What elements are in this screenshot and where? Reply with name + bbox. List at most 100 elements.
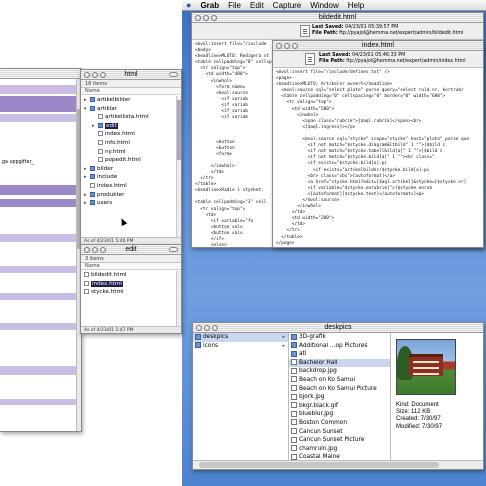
list-item[interactable]: ▸ users [81, 199, 181, 208]
menu-window[interactable]: Window [310, 1, 338, 10]
edit-window-titlebar[interactable]: edit [81, 245, 181, 255]
browser-item-label: Cancun Sunset Picture [299, 437, 365, 444]
browser-item-label: Boston Common [299, 419, 347, 426]
name-column-header[interactable]: Name [81, 263, 181, 270]
size-label: Size: [396, 409, 410, 416]
list-item-label: produkter [97, 191, 125, 198]
left-window-bar [0, 323, 78, 330]
image-file-icon [291, 376, 297, 383]
list-item[interactable]: ny.html [81, 148, 181, 157]
file-icon [90, 182, 95, 188]
file-path-label: File Path: [319, 59, 345, 64]
image-file-icon [291, 385, 297, 392]
list-item[interactable]: ▸ produkter [81, 191, 181, 200]
browser-item[interactable]: icons ▸ [193, 342, 288, 351]
browser-item[interactable]: Beach on Ko Samui [289, 376, 390, 385]
list-item-label: include [97, 174, 118, 181]
folder-icon [90, 105, 95, 111]
browser-item[interactable]: Bachelor Hall [289, 358, 390, 368]
browser-item[interactable]: Cancun Sunset [289, 428, 390, 437]
list-item[interactable]: ▸ artikelbilder [81, 96, 181, 105]
left-window-bar [0, 85, 78, 94]
browser-item-label: ati [299, 351, 307, 358]
list-item[interactable]: stycke.html [81, 288, 181, 297]
bildedit-window-titlebar[interactable]: bildedit.html [192, 13, 483, 23]
menu-file[interactable]: File [228, 1, 241, 10]
image-file-icon [291, 436, 297, 443]
name-column-header[interactable]: Name [81, 88, 181, 95]
menu-app-grab[interactable]: Grab [200, 1, 219, 10]
toolbar-toggle-icon[interactable] [169, 247, 178, 252]
image-file-icon [291, 428, 297, 435]
menu-help[interactable]: Help [348, 1, 364, 10]
apple-menu-icon[interactable]: ● [186, 0, 191, 10]
left-window-titlebar[interactable] [0, 69, 81, 79]
list-item[interactable]: ▸ bilder [81, 165, 181, 174]
list-item[interactable]: ▾ artiklar [81, 105, 181, 114]
list-item-label: stycke.html [91, 289, 124, 296]
image-file-icon [291, 402, 297, 409]
browser-item[interactable]: deskpics ▸ [193, 333, 288, 342]
folder-icon [291, 333, 297, 340]
image-preview [396, 339, 456, 395]
kind-value: Document [411, 402, 439, 408]
left-window-bar [0, 399, 78, 405]
browser-item[interactable]: bjork.jpg [289, 393, 390, 402]
size-value: 112 KB [411, 409, 431, 416]
list-item[interactable]: index.html [81, 280, 181, 289]
list-item[interactable]: ▸ edit [81, 122, 181, 131]
list-item[interactable]: ▸ include [81, 173, 181, 182]
left-browser-window: ga uppgifter_ [0, 68, 82, 432]
list-item-label: artikelbilder [97, 97, 131, 103]
browser-item[interactable]: chamruin.jpg [289, 445, 390, 454]
browser-item[interactable]: blueblur.jpg [289, 410, 390, 419]
browser-column-2: 3D-grafik Additional ...op Pictures ati Bac… [289, 333, 391, 460]
vertical-scrollbar[interactable] [176, 271, 181, 326]
browser-item-label: 3D-grafik [299, 334, 326, 340]
html-window-titlebar[interactable]: html [81, 70, 181, 80]
kind-label: Kind: [396, 402, 410, 408]
image-file-icon [291, 410, 297, 417]
list-item-label: popedit.html [105, 157, 141, 164]
preview-column: Kind: Document Size: 112 KB Created: 7/3… [391, 333, 483, 460]
file-icon [98, 131, 103, 137]
menu-capture[interactable]: Capture [273, 1, 301, 10]
list-item[interactable]: index.html [81, 130, 181, 139]
browser-item-label: Additional ...op Pictures [299, 342, 368, 349]
menu-edit[interactable]: Edit [250, 1, 264, 10]
image-file-icon [291, 419, 297, 426]
browser-item[interactable]: Cancun Sunset Picture [289, 436, 390, 445]
list-item[interactable]: info.html [81, 139, 181, 148]
file-list: ▸ artikelbilder ▾ artiklar artikellista.html… [81, 95, 181, 208]
left-window-bar [0, 96, 78, 112]
browser-item[interactable]: ati [289, 350, 390, 359]
index-window-titlebar[interactable]: index.html [273, 41, 483, 51]
window-footer: As of 4/23/01 5:46 PM [81, 237, 181, 244]
browser-item[interactable]: 3D-grafik [289, 333, 390, 342]
list-item[interactable]: popedit.html [81, 156, 181, 165]
browser-item-label: Bachelor Hall [299, 359, 338, 366]
browser-item[interactable]: backdrop.jpg [289, 367, 390, 376]
list-item[interactable]: bildedit.html [81, 271, 181, 280]
list-item-label: edit [105, 122, 118, 129]
browser-item[interactable]: Additional ...op Pictures [289, 342, 390, 351]
toolbar-toggle-icon[interactable] [169, 72, 178, 77]
preview-info: Kind: Document Size: 112 KB Created: 7/3… [396, 402, 442, 431]
document-icon [305, 53, 315, 65]
code-editor[interactable]: <mvol:insert file="/include/defines.txt"… [273, 68, 483, 247]
list-item[interactable]: index.html [81, 182, 181, 191]
item-count: 3 items [81, 255, 181, 263]
horizontal-scrollbar[interactable] [193, 460, 483, 469]
list-item-label: artiklar [97, 105, 117, 112]
browser-item[interactable]: bkgr.black.gif [289, 402, 390, 411]
deskpics-window-titlebar[interactable]: deskpics [193, 323, 483, 333]
browser-item[interactable]: Beach on Ko Samui Picture [289, 385, 390, 394]
file-icon [98, 114, 103, 120]
vertical-scrollbar[interactable] [176, 96, 181, 237]
folder-icon [90, 191, 95, 197]
browser-item[interactable]: Coastal Maine [289, 453, 390, 460]
list-item[interactable]: artikellista.html [81, 113, 181, 122]
browser-item[interactable]: Boston Common [289, 419, 390, 428]
browser-column-1: deskpics ▸ icons ▸ [193, 333, 289, 460]
left-window-bar [0, 185, 78, 195]
